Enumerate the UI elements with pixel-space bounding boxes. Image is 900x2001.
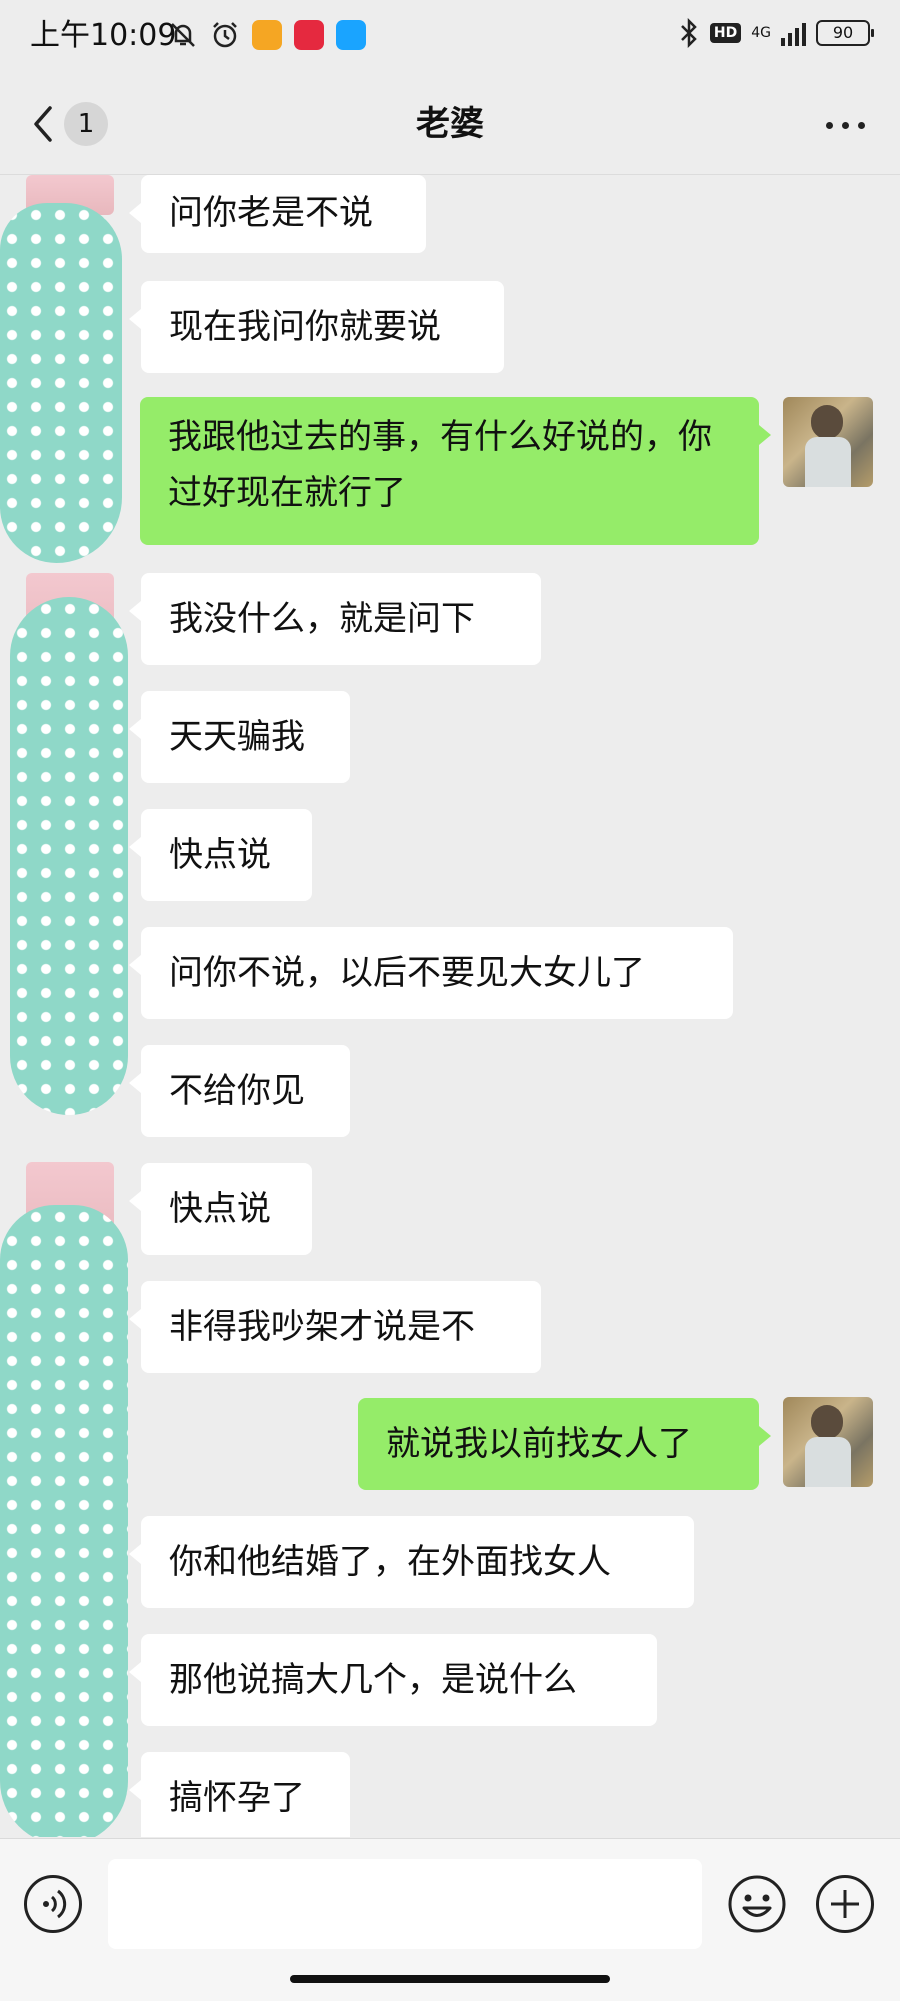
- home-indicator[interactable]: [290, 1975, 610, 1983]
- privacy-mask: [0, 1205, 128, 1837]
- chat-header: 1 老婆: [0, 74, 900, 175]
- incoming-message[interactable]: 快点说: [129, 1163, 312, 1255]
- battery-icon: 90: [816, 20, 874, 46]
- incoming-message[interactable]: 非得我吵架才说是不: [129, 1281, 541, 1373]
- voice-icon: [43, 1889, 67, 1919]
- status-icons-right: HD 4G 90: [678, 18, 874, 48]
- my-avatar[interactable]: [783, 1397, 873, 1487]
- app-red-icon: [294, 20, 324, 50]
- message-input[interactable]: [108, 1859, 702, 1949]
- chat-message-list[interactable]: 问你老是不说 现在我问你就要说 我跟他过去的事，有什么好说的，你过好现在就行了 …: [0, 175, 900, 1837]
- alarm-icon: [213, 22, 237, 48]
- mute-bell-icon: [171, 23, 195, 47]
- my-avatar[interactable]: [783, 397, 873, 487]
- incoming-message[interactable]: 问你不说，以后不要见大女儿了: [129, 927, 733, 1019]
- more-actions-button[interactable]: [816, 1875, 874, 1933]
- more-options-button[interactable]: [820, 110, 870, 140]
- plus-icon: [831, 1890, 859, 1918]
- incoming-message[interactable]: 搞怀孕了: [129, 1752, 350, 1837]
- bluetooth-icon: [681, 18, 697, 48]
- voice-input-button[interactable]: [24, 1875, 82, 1933]
- incoming-message[interactable]: 不给你见: [129, 1045, 350, 1137]
- outgoing-message[interactable]: 就说我以前找女人了: [358, 1398, 771, 1490]
- hd-icon: HD: [709, 23, 742, 43]
- privacy-mask: [0, 203, 122, 563]
- chat-title: 老婆: [416, 104, 484, 144]
- incoming-message[interactable]: 快点说: [129, 809, 312, 901]
- incoming-message[interactable]: 我没什么，就是问下: [129, 573, 541, 665]
- more-dot-icon: [857, 121, 865, 129]
- status-icons-left: [168, 20, 366, 50]
- incoming-message[interactable]: 天天骗我: [129, 691, 350, 783]
- more-dot-icon: [841, 121, 849, 129]
- outgoing-message[interactable]: 我跟他过去的事，有什么好说的，你过好现在就行了: [140, 397, 771, 545]
- emoji-button[interactable]: [726, 1873, 788, 1935]
- network-4g-icon: 4G: [751, 25, 771, 41]
- incoming-message[interactable]: 你和他结婚了，在外面找女人: [129, 1516, 694, 1608]
- privacy-mask: [10, 597, 128, 1115]
- signal-icon: [781, 20, 806, 46]
- incoming-message[interactable]: 现在我问你就要说: [129, 281, 504, 373]
- status-bar: 上午10:09 HD 4G 90: [0, 0, 900, 74]
- app-orange-icon: [252, 20, 282, 50]
- emoji-icon: [728, 1875, 786, 1933]
- incoming-message[interactable]: 那他说搞大几个，是说什么: [129, 1634, 657, 1726]
- app-blue-icon: [336, 20, 366, 50]
- incoming-message[interactable]: 问你老是不说: [129, 175, 426, 253]
- more-dot-icon: [825, 121, 833, 129]
- status-time: 上午10:09: [30, 18, 177, 53]
